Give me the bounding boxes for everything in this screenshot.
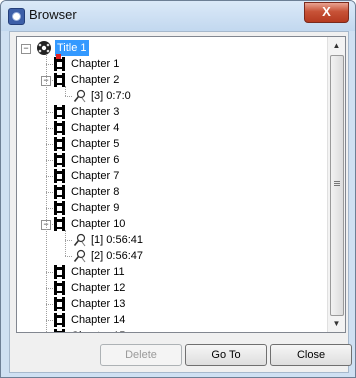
film-icon [54, 185, 65, 199]
chapter-item[interactable]: Chapter 11 [71, 264, 125, 280]
dialog-client-area: − Title 1 Chapter 1− Chapter 2 [3] 0:7:0 Chap… [9, 31, 352, 373]
film-icon [54, 201, 65, 215]
chapter-item[interactable]: Chapter 14 [71, 312, 125, 328]
film-icon [54, 169, 65, 183]
bookmark-search-icon [73, 249, 86, 263]
close-button[interactable]: Close [270, 344, 352, 366]
browser-window: Browser X − Title 1 Chapter 1− Chapter 2 [3]… [0, 0, 356, 378]
film-icon [54, 265, 65, 279]
disc-title-icon [37, 41, 51, 55]
tree-connector [46, 192, 53, 193]
chapter-item[interactable]: Chapter 8 [71, 184, 119, 200]
tree-connector [46, 320, 53, 321]
chapter-item[interactable]: Chapter 5 [71, 136, 119, 152]
chapter-item[interactable]: Chapter 7 [71, 168, 119, 184]
delete-button[interactable]: Delete [100, 344, 182, 366]
goto-button[interactable]: Go To [185, 344, 267, 366]
window-title: Browser [29, 7, 77, 22]
dvd-app-icon [8, 8, 25, 25]
bookmark-item[interactable]: [3] 0:7:0 [91, 88, 131, 104]
film-icon [54, 73, 65, 87]
tree-connector [65, 240, 72, 241]
tree-connector [65, 86, 66, 96]
film-icon [54, 121, 65, 135]
chapter-item[interactable]: Chapter 1 [71, 56, 119, 72]
tree-connector [46, 128, 53, 129]
chapter-item[interactable]: Chapter 2 [71, 72, 119, 88]
film-icon [54, 313, 65, 327]
film-icon [54, 105, 65, 119]
chapter-item[interactable]: Chapter 13 [71, 296, 125, 312]
tree-connector [65, 256, 72, 257]
bookmark-search-icon [73, 89, 86, 103]
film-icon [54, 297, 65, 311]
chapter-item[interactable]: Chapter 12 [71, 280, 125, 296]
chapter-item[interactable]: Chapter 6 [71, 152, 119, 168]
bookmark-item[interactable]: [2] 0:56:47 [91, 248, 143, 264]
tree-connector [46, 288, 53, 289]
tree-connector [65, 230, 66, 256]
tree-connector [46, 64, 53, 65]
film-icon [54, 281, 65, 295]
scroll-down-arrow-icon[interactable]: ▼ [328, 315, 345, 332]
chapter-item[interactable]: Chapter 15 [71, 328, 125, 332]
tree-connector [46, 208, 53, 209]
tree-connector [46, 160, 53, 161]
red-marker-icon [56, 54, 61, 59]
bookmark-item[interactable]: [1] 0:56:41 [91, 232, 143, 248]
window-close-button[interactable]: X [304, 2, 349, 23]
film-icon [54, 153, 65, 167]
tree-connector [46, 112, 53, 113]
scroll-thumb[interactable] [330, 55, 344, 316]
tree-connector [46, 304, 53, 305]
chapter-item[interactable]: Chapter 4 [71, 120, 119, 136]
tree-connector [46, 144, 53, 145]
title-expander-icon[interactable]: − [21, 44, 31, 54]
chapter-item[interactable]: Chapter 9 [71, 200, 119, 216]
bookmark-search-icon [73, 233, 86, 247]
title-bar[interactable]: Browser X [1, 1, 355, 31]
scroll-grip-icon [334, 181, 340, 187]
film-icon [54, 57, 65, 71]
chapter-item[interactable]: Chapter 10 [71, 216, 125, 232]
film-icon [54, 137, 65, 151]
tree-connector [65, 96, 72, 97]
vertical-scrollbar[interactable]: ▲ ▼ [327, 37, 345, 332]
tree-connector [46, 176, 53, 177]
film-icon [54, 217, 65, 231]
chapter-tree[interactable]: − Title 1 Chapter 1− Chapter 2 [3] 0:7:0 Chap… [16, 36, 346, 333]
tree-connector [46, 54, 47, 332]
film-icon [54, 329, 65, 332]
chapter-item[interactable]: Chapter 3 [71, 104, 119, 120]
tree-connector [46, 272, 53, 273]
scroll-up-arrow-icon[interactable]: ▲ [328, 37, 345, 54]
